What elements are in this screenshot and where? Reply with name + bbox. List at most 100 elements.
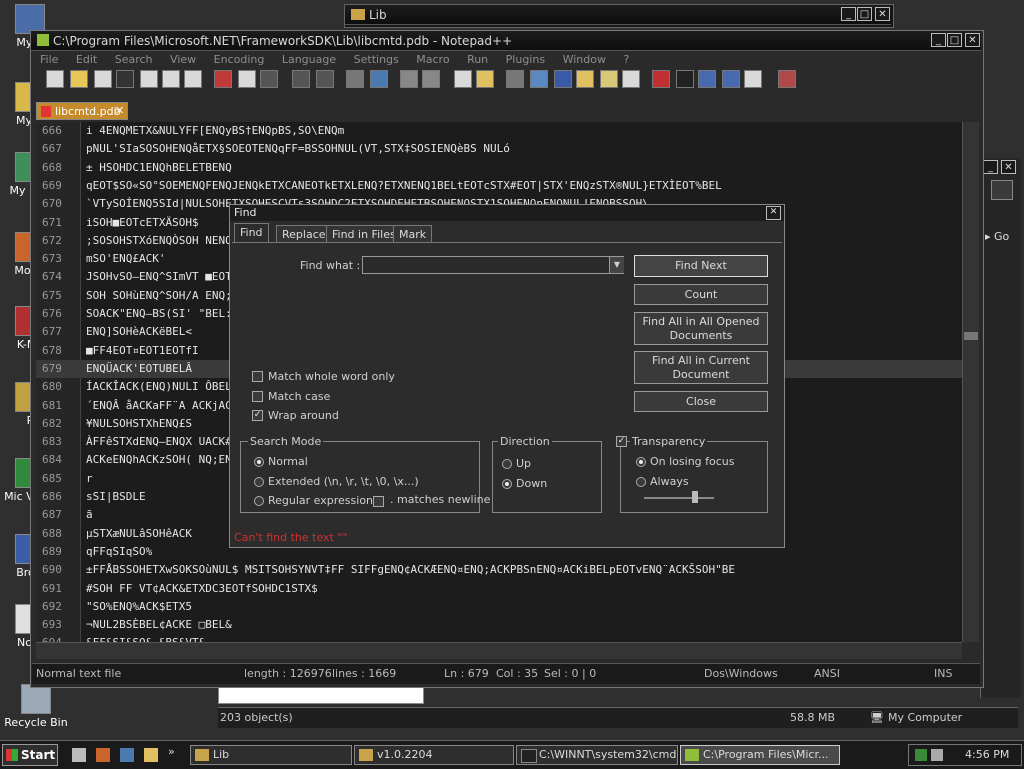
close-all-icon[interactable] <box>162 70 180 88</box>
editor-line[interactable]: 668 ± HSOHDC1ENQhBELETBENQ <box>36 159 962 177</box>
show-all-chars-icon[interactable] <box>530 70 548 88</box>
regex-radio[interactable] <box>254 496 264 506</box>
scroll-thumb[interactable] <box>964 332 978 340</box>
editor-line[interactable]: 690 ±FFÅBSSOHETXwSOKSOùNUL$ MSITSOHSYNVT‡… <box>36 561 962 579</box>
new-file-icon[interactable] <box>46 70 64 88</box>
menu-search[interactable]: Search <box>115 53 153 66</box>
menu-language[interactable]: Language <box>282 53 336 66</box>
tab-replace[interactable]: Replace <box>276 225 332 243</box>
replace-icon[interactable] <box>370 70 388 88</box>
minimize-button[interactable]: _ <box>983 160 998 174</box>
tab-find-in-files[interactable]: Find in Files <box>326 225 402 243</box>
maximize-button[interactable]: □ <box>857 7 872 21</box>
editor-line[interactable]: 692 "SO%ENQ%ACK$ETX5 <box>36 598 962 616</box>
run-macro-multiple-icon[interactable] <box>722 70 740 88</box>
minimize-button[interactable]: _ <box>931 33 946 47</box>
matches-newline-checkbox[interactable] <box>373 496 384 507</box>
desktop-icon-recycle-bin[interactable]: Recycle Bin <box>0 684 72 729</box>
menu-plugins[interactable]: Plugins <box>506 53 545 66</box>
doc-map-icon[interactable] <box>600 70 618 88</box>
tab-mark[interactable]: Mark <box>393 225 433 243</box>
chevron-right-icon[interactable]: » <box>168 745 175 758</box>
line-text[interactable]: ENQÜACK'EOTUBELÂ <box>86 360 192 378</box>
outlook-icon[interactable] <box>120 748 134 762</box>
find-icon[interactable] <box>346 70 364 88</box>
go-button[interactable]: ▸ Go <box>985 230 1009 243</box>
find-next-button[interactable]: Find Next <box>634 255 768 277</box>
find-all-opened-button[interactable]: Find All in All Opened Documents <box>634 312 768 345</box>
menu-edit[interactable]: Edit <box>76 53 97 66</box>
direction-up-radio[interactable] <box>502 459 512 469</box>
close-tab-icon[interactable]: ✕ <box>115 104 124 117</box>
line-text[interactable]: ± HSOHDC1ENQhBELETBENQ <box>86 159 232 177</box>
sync-vertical-icon[interactable] <box>454 70 472 88</box>
close-button[interactable]: ✕ <box>1001 160 1016 174</box>
menu-run[interactable]: Run <box>467 53 488 66</box>
transparency-slider-track[interactable] <box>644 497 714 499</box>
indent-guide-icon[interactable] <box>554 70 572 88</box>
zoom-in-icon[interactable] <box>400 70 418 88</box>
direction-down-radio[interactable] <box>502 479 512 489</box>
show-desktop-icon[interactable] <box>72 748 86 762</box>
undo-icon[interactable] <box>292 70 310 88</box>
taskbar-item-lib[interactable]: Lib <box>190 745 352 765</box>
wrap-around-checkbox[interactable]: ✓ <box>252 410 263 421</box>
normal-radio[interactable] <box>254 457 264 467</box>
line-text[interactable]: ±FFÅBSSOHETXwSOKSOùNUL$ MSITSOHSYNVT‡FF … <box>86 561 735 579</box>
line-text[interactable]: mSO'ENQ£ACK' <box>86 250 165 268</box>
line-text[interactable]: &FF&SI&SO& &BS&VT& <box>86 634 205 642</box>
taskbar-item-notepadpp[interactable]: C:\Program Files\Micr... <box>680 745 840 765</box>
line-text[interactable]: ¥NULSOHSTXhENQ£S <box>86 415 192 433</box>
line-text[interactable]: ■FF4EOT¤EOT1EOTfI <box>86 342 199 360</box>
find-what-input[interactable]: ▼ <box>362 256 624 274</box>
taskbar-item-v1[interactable]: v1.0.2204 <box>354 745 514 765</box>
match-case-checkbox[interactable] <box>252 391 263 402</box>
match-whole-word-checkbox[interactable] <box>252 371 263 382</box>
cut-icon[interactable] <box>214 70 232 88</box>
on-losing-focus-radio[interactable] <box>636 457 646 467</box>
find-all-current-button[interactable]: Find All in Current Document <box>634 351 768 384</box>
menu-macro[interactable]: Macro <box>416 53 449 66</box>
close-icon[interactable]: ✕ <box>766 206 781 220</box>
network-tray-icon[interactable] <box>915 749 927 761</box>
function-list-icon[interactable] <box>622 70 640 88</box>
editor-line[interactable]: 666 i 4ENQMETX&NULYFF[ENQyBS†ENQpBS,SO\EN… <box>36 122 962 140</box>
file-tab-libcmtd[interactable]: libcmtd.pdb ✕ <box>36 102 128 120</box>
line-text[interactable]: µSTXæNULâSOHêACK <box>86 525 192 543</box>
editor-line[interactable]: 667 pNUL'SIaSOSOHENQåETX§SOEOTENQqFF=BSSO… <box>36 140 962 158</box>
open-file-icon[interactable] <box>70 70 88 88</box>
word-wrap-icon[interactable] <box>506 70 524 88</box>
count-button[interactable]: Count <box>634 284 768 305</box>
record-macro-icon[interactable] <box>652 70 670 88</box>
close-file-icon[interactable] <box>140 70 158 88</box>
vertical-scrollbar[interactable] <box>962 122 979 642</box>
always-radio[interactable] <box>636 477 646 487</box>
line-text[interactable]: pNUL'SIaSOSOHENQåETX§SOEOTENQqFF=BSSOHNU… <box>86 140 510 158</box>
editor-line[interactable]: 669 qEOT$SO«SO°SOEMENQFENQJENQkETXCANEOT… <box>36 177 962 195</box>
line-text[interactable]: iSOH■EOTcETXÄSOH$ <box>86 214 199 232</box>
paste-icon[interactable] <box>260 70 278 88</box>
start-button[interactable]: Start <box>2 744 58 766</box>
transparency-slider-thumb[interactable] <box>692 491 698 503</box>
close-button[interactable]: ✕ <box>875 7 890 21</box>
menu-encoding[interactable]: Encoding <box>214 53 265 66</box>
line-text[interactable]: ¬NUL2BSÈBEL¢ACKE □BEL& <box>86 616 232 634</box>
line-text[interactable]: #SOH FF VT¢ACK&ETXDC3EOTfSOHDC1STX$ <box>86 580 318 598</box>
save-icon[interactable] <box>94 70 112 88</box>
horizontal-scrollbar[interactable] <box>36 642 962 659</box>
sync-horizontal-icon[interactable] <box>476 70 494 88</box>
menu-settings[interactable]: Settings <box>354 53 399 66</box>
explorer-icon[interactable] <box>144 748 158 762</box>
menu-help[interactable]: ? <box>623 53 629 66</box>
maximize-button[interactable]: □ <box>947 33 962 47</box>
taskbar-item-cmd[interactable]: C:\WINNT\system32\cmd.... <box>516 745 678 765</box>
save-all-icon[interactable] <box>116 70 134 88</box>
line-text[interactable]: ã <box>86 506 93 524</box>
volume-tray-icon[interactable] <box>931 749 943 761</box>
line-text[interactable]: i 4ENQMETX&NULYFF[ENQyBS†ENQpBS,SO\ENQm <box>86 122 344 140</box>
close-button[interactable]: Close <box>634 391 768 412</box>
editor-line[interactable]: 691 #SOH FF VT¢ACK&ETXDC3EOTfSOHDC1STX$ <box>36 580 962 598</box>
line-text[interactable]: "SO%ENQ%ACK$ETX5 <box>86 598 192 616</box>
close-button[interactable]: ✕ <box>965 33 980 47</box>
copy-icon[interactable] <box>238 70 256 88</box>
